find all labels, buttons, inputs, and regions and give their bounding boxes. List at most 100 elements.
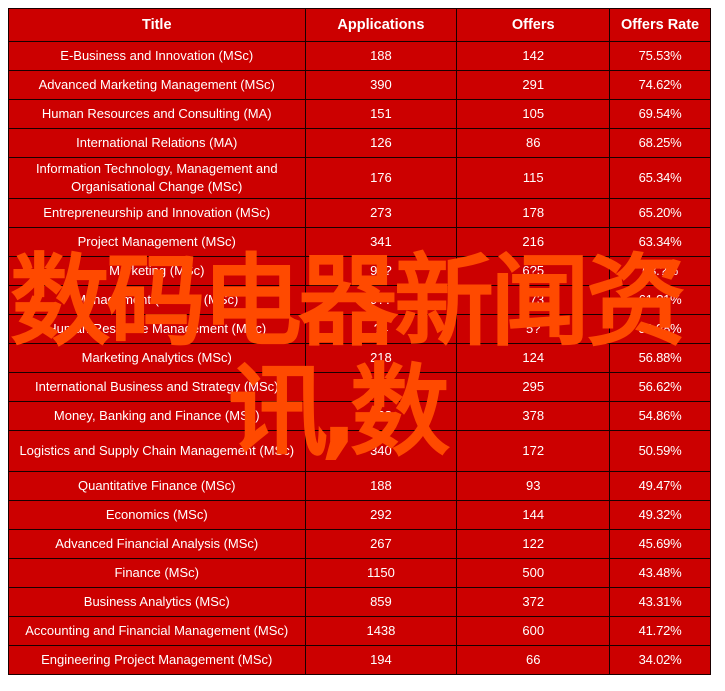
cell-title: Advanced Financial Analysis (MSc) — [8, 529, 306, 559]
cell-offers-rate: 59.?8% — [609, 314, 711, 344]
cell-applications: 194 — [304, 645, 458, 675]
cell-offers-rate: 69.54% — [609, 99, 711, 129]
cell-offers-rate: 63.34% — [609, 227, 711, 257]
cell-offers: 86 — [456, 128, 611, 158]
table-row: Economics (MSc) 292 144 49.32% — [8, 500, 711, 530]
cell-applications: 390 — [304, 70, 458, 100]
table-row: Entrepreneurship and Innovation (MSc) 273… — [8, 198, 711, 228]
table-row: Money, Banking and Finance (MSc) 6?? 378 54… — [8, 401, 711, 431]
cell-title: Human Resource Management (MSc) — [8, 314, 306, 344]
cell-applications: 292 — [304, 500, 458, 530]
table-row: Marketing Analytics (MSc) 218 124 56.88% — [8, 343, 711, 373]
cell-offers-rate: 63.?% — [609, 256, 711, 286]
cell-applications: 9?? — [304, 285, 458, 315]
cell-offers: 5? — [456, 314, 611, 344]
cell-offers-rate: 49.47% — [609, 471, 711, 501]
table-body: E-Business and Innovation (MSc) 188 142 75.… — [8, 41, 711, 675]
cell-title: Information Technology, Management and O… — [8, 157, 306, 199]
cell-title: Advanced Marketing Management (MSc) — [8, 70, 306, 100]
table-row: Human Resource Management (MSc) ?4 5? 59.?8… — [8, 314, 711, 344]
cell-offers: 372 — [456, 587, 611, 617]
cell-offers-rate: 43.31% — [609, 587, 711, 617]
cell-offers: 378 — [456, 401, 611, 431]
cell-offers-rate: 56.62% — [609, 372, 711, 402]
cell-offers-rate: 49.32% — [609, 500, 711, 530]
cell-applications: 273 — [304, 198, 458, 228]
cell-offers-rate: 75.53% — [609, 41, 711, 71]
cell-applications: 9?? — [304, 256, 458, 286]
cell-title: Business Analytics (MSc) — [8, 587, 306, 617]
table-row: Information Technology, Management and O… — [8, 157, 711, 199]
table-row: Management (1 Year) (MSc) 9?? ?73 61.?1% — [8, 285, 711, 315]
cell-applications: 1150 — [304, 558, 458, 588]
cell-offers-rate: 74.62% — [609, 70, 711, 100]
cell-offers: 500 — [456, 558, 611, 588]
cell-title: Money, Banking and Finance (MSc) — [8, 401, 306, 431]
header-offers: Offers — [456, 8, 611, 42]
cell-offers: 142 — [456, 41, 611, 71]
cell-title: Quantitative Finance (MSc) — [8, 471, 306, 501]
table-row: Finance (MSc) 1150 500 43.48% — [8, 558, 711, 588]
cell-applications: 5?1 — [304, 372, 458, 402]
table-row: Logistics and Supply Chain Management (M… — [8, 430, 711, 472]
cell-title: Logistics and Supply Chain Management (M… — [8, 430, 306, 472]
cell-title: Entrepreneurship and Innovation (MSc) — [8, 198, 306, 228]
cell-offers-rate: 34.02% — [609, 645, 711, 675]
cell-offers-rate: 50.59% — [609, 430, 711, 472]
cell-offers: 291 — [456, 70, 611, 100]
cell-title: Marketing (MSc) — [8, 256, 306, 286]
cell-title: Project Management (MSc) — [8, 227, 306, 257]
cell-title: Finance (MSc) — [8, 558, 306, 588]
cell-offers-rate: 41.72% — [609, 616, 711, 646]
cell-offers-rate: 68.25% — [609, 128, 711, 158]
table-row: E-Business and Innovation (MSc) 188 142 75.… — [8, 41, 711, 71]
cell-applications: 6?? — [304, 401, 458, 431]
cell-applications: 126 — [304, 128, 458, 158]
cell-offers: 172 — [456, 430, 611, 472]
header-applications: Applications — [304, 8, 458, 42]
cell-title: Accounting and Financial Management (MSc… — [8, 616, 306, 646]
cell-applications: 218 — [304, 343, 458, 373]
cell-offers: 66 — [456, 645, 611, 675]
cell-offers: ?73 — [456, 285, 611, 315]
cell-applications: 340 — [304, 430, 458, 472]
cell-applications: ?4 — [304, 314, 458, 344]
table-header-row: Title Applications Offers Offers Rate — [8, 8, 711, 42]
cell-offers: 122 — [456, 529, 611, 559]
cell-offers-rate: 45.69% — [609, 529, 711, 559]
table-row: Marketing (MSc) 9?? 6?5 63.?% — [8, 256, 711, 286]
cell-title: Engineering Project Management (MSc) — [8, 645, 306, 675]
cell-applications: 151 — [304, 99, 458, 129]
cell-offers: 144 — [456, 500, 611, 530]
cell-offers-rate: 65.20% — [609, 198, 711, 228]
cell-offers: 600 — [456, 616, 611, 646]
cell-offers: 6?5 — [456, 256, 611, 286]
cell-offers: 295 — [456, 372, 611, 402]
cell-offers-rate: 43.48% — [609, 558, 711, 588]
header-title: Title — [8, 8, 306, 42]
cell-title: International Business and Strategy (MSc… — [8, 372, 306, 402]
offers-rate-table: Title Applications Offers Offers Rate E-… — [8, 8, 711, 675]
cell-applications: 1438 — [304, 616, 458, 646]
cell-offers-rate: 61.?1% — [609, 285, 711, 315]
table-row: Accounting and Financial Management (MSc… — [8, 616, 711, 646]
table-row: Advanced Financial Analysis (MSc) 267 122 4… — [8, 529, 711, 559]
cell-title: E-Business and Innovation (MSc) — [8, 41, 306, 71]
cell-title: Management (1 Year) (MSc) — [8, 285, 306, 315]
cell-applications: 341 — [304, 227, 458, 257]
cell-title: Economics (MSc) — [8, 500, 306, 530]
cell-applications: 267 — [304, 529, 458, 559]
table-row: Advanced Marketing Management (MSc) 390 29… — [8, 70, 711, 100]
cell-offers: 93 — [456, 471, 611, 501]
cell-offers: 105 — [456, 99, 611, 129]
table-row: International Business and Strategy (MSc… — [8, 372, 711, 402]
cell-offers-rate: 56.88% — [609, 343, 711, 373]
table-row: Human Resources and Consulting (MA) 151 10… — [8, 99, 711, 129]
cell-offers-rate: 54.86% — [609, 401, 711, 431]
table-row: Engineering Project Management (MSc) 194 6… — [8, 645, 711, 675]
cell-offers-rate: 65.34% — [609, 157, 711, 199]
cell-offers: 178 — [456, 198, 611, 228]
table-row: International Relations (MA) 126 86 68.25% — [8, 128, 711, 158]
cell-title: Human Resources and Consulting (MA) — [8, 99, 306, 129]
cell-offers: 115 — [456, 157, 611, 199]
